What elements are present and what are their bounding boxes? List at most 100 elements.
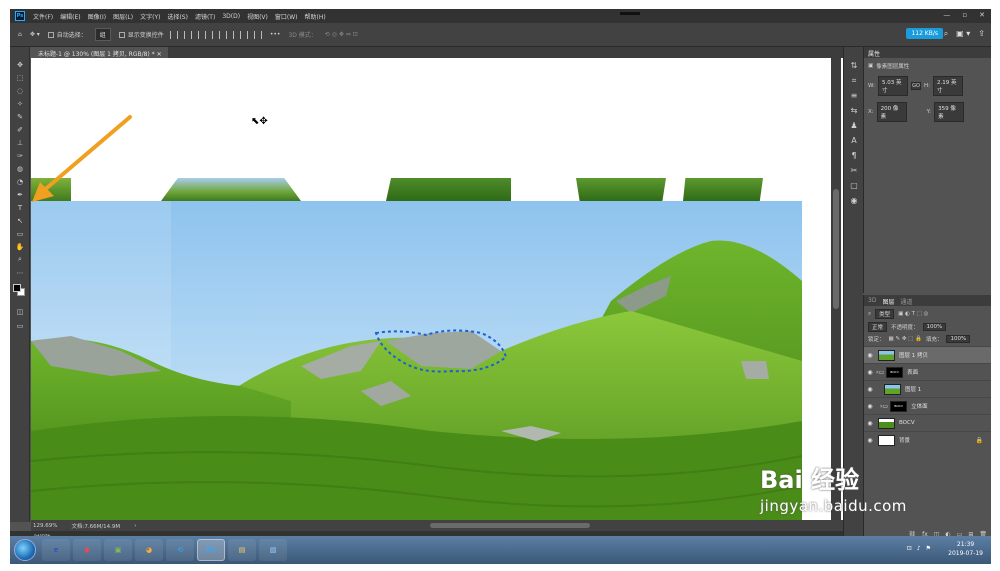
menu-window[interactable]: 窗口(W) [275,12,298,21]
photoshop-taskbar-icon[interactable]: Ps [197,539,225,561]
layer-row[interactable]: ◉ BOCV [864,414,991,431]
show-transform-option[interactable]: 显示变换控件 [118,30,164,39]
3d-icon[interactable]: ◉ [844,193,864,208]
swatches-icon[interactable]: ▢ [844,178,864,193]
gradient-tool[interactable]: ◔ [10,175,30,188]
eraser-tool[interactable]: ◍ [10,162,30,175]
more-tools[interactable]: ⋯ [10,266,30,279]
menu-image[interactable]: 图像(I) [88,12,106,21]
link-icon[interactable]: GO [910,82,921,90]
ie-icon[interactable]: e [42,539,70,561]
tools-preset-icon[interactable]: ✂ [844,163,864,178]
maximize-button[interactable]: ▫ [962,11,967,19]
show-transform-checkbox[interactable] [118,31,125,38]
person-icon[interactable]: ♟ [844,118,864,133]
width-field[interactable]: 5.03 英寸 [877,76,908,96]
marquee-tool[interactable]: ⬚ [10,71,30,84]
screen-mode-icon[interactable]: ▭ [10,319,30,332]
layer-row[interactable]: ◉ ›▭ BOCV 表面 [864,363,991,380]
character-icon[interactable]: A [844,133,864,148]
tab-layers[interactable]: 图层 [882,297,894,306]
menu-select[interactable]: 选择(S) [167,12,188,21]
hand-tool[interactable]: ✋ [10,240,30,253]
menu-filter[interactable]: 滤镜(T) [195,12,215,21]
minimize-button[interactable]: — [943,11,950,19]
explorer-icon[interactable]: ▤ [228,539,256,561]
history-icon[interactable]: ⇅ [844,58,864,73]
minecraft-icon[interactable]: ▣ [104,539,132,561]
auto-select-checkbox[interactable] [47,31,54,38]
properties-tab[interactable]: 属性 [864,47,991,58]
align-left-icon[interactable] [169,30,178,39]
align-bottom-icon[interactable] [239,30,248,39]
more-options-icon[interactable]: ••• [270,31,281,38]
path-selection-tool[interactable]: ↖ [10,214,30,227]
x-field[interactable]: 200 像素 [876,102,907,122]
tray-volume-icon[interactable]: ♪ [917,545,921,552]
search-icon[interactable]: ⌕ [944,29,948,39]
move-tool-icon[interactable]: ✥ ▾ [30,31,40,38]
tray-network-icon[interactable]: ⊡ [907,545,912,552]
status-arrow-icon[interactable]: › [134,523,136,529]
start-button[interactable] [14,539,36,561]
image-viewer-icon[interactable]: ▧ [259,539,287,561]
close-tab-icon[interactable]: ✕ [157,51,162,58]
vertical-scroll-thumb[interactable] [833,189,839,309]
foreground-color-swatch[interactable] [13,284,21,292]
visibility-eye-icon[interactable]: ◉ [864,403,876,410]
visibility-eye-icon[interactable]: ◉ [864,369,876,376]
visibility-eye-icon[interactable]: ◉ [864,437,876,444]
align-center-icon[interactable] [183,30,192,39]
document-tab[interactable]: 未标题-1 @ 130% (图层 1 拷贝, RGB/8) * ✕ [32,47,169,58]
tray-flag-icon[interactable]: ⚑ [926,545,931,552]
filter-icons[interactable]: ▣ ◐ T ⬚ ◎ [898,311,928,317]
y-field[interactable]: 359 像素 [934,102,965,122]
document-canvas[interactable]: ⬉✥ [31,58,843,522]
menu-edit[interactable]: 编辑(E) [60,12,80,21]
share-icon[interactable]: ⇪ [978,29,985,39]
layer-row[interactable]: ◉ 图层 1 [864,380,991,397]
close-button[interactable]: ✕ [979,11,985,19]
menu-view[interactable]: 视图(V) [247,12,268,21]
visibility-eye-icon[interactable]: ◉ [864,420,876,427]
type-tool[interactable]: T [10,201,30,214]
crop-tool[interactable]: ✎ [10,110,30,123]
channels-icon[interactable]: ≡ [844,88,864,103]
orbit-3d-icon[interactable]: ⟲ ◎ ✥ ⇔ ⊡ [325,31,358,38]
menu-layer[interactable]: 图层(L) [113,12,133,21]
layer-row[interactable]: ◉ ›▭ BOCV 立体面 [864,397,991,414]
adjustments-icon[interactable]: ⌗ [844,73,864,88]
paths-icon[interactable]: ⇆ [844,103,864,118]
workspace-icon[interactable]: ▣ ▾ [956,29,970,39]
layer-row[interactable]: ◉ 背景 🔒 [864,431,991,448]
distribute-icon[interactable] [253,30,262,39]
clock[interactable]: 21:39 2019-07-19 [948,540,983,558]
fill-field[interactable]: 100% [946,335,971,343]
visibility-eye-icon[interactable]: ◉ [864,352,876,359]
chrome-icon[interactable]: ◉ [73,539,101,561]
home-icon[interactable]: ⌂ [18,31,22,38]
history-brush-tool[interactable]: ✑ [10,149,30,162]
visibility-eye-icon[interactable]: ◉ [864,386,876,393]
magic-wand-tool[interactable]: ✧ [10,97,30,110]
lock-icons[interactable]: ▦ ✎ ✥ ⬚ 🔒 [889,336,922,342]
rectangle-tool[interactable]: ▭ [10,227,30,240]
menu-3d[interactable]: 3D(D) [222,13,240,20]
tab-channels[interactable]: 通道 [900,297,912,306]
horizontal-scroll-thumb[interactable] [430,523,590,528]
align-top-icon[interactable] [211,30,220,39]
height-field[interactable]: 2.19 英寸 [932,76,963,96]
menu-file[interactable]: 文件(F) [33,12,53,21]
auto-select-option[interactable]: 自动选择： [47,30,87,39]
layer-row[interactable]: ◉ 图层 1 拷贝 [864,346,991,363]
brush-tool[interactable]: ✐ [10,123,30,136]
auto-select-dropdown[interactable]: 组 [94,28,111,41]
zoom-tool[interactable]: ⌕ [10,253,30,266]
tab-3d[interactable]: 3D [868,297,876,304]
title-drag-handle[interactable] [620,12,640,15]
zoom-level[interactable]: 129.69% [33,523,57,529]
stamp-tool[interactable]: ⊥ [10,136,30,149]
blend-mode-dropdown[interactable]: 正常 [868,322,888,332]
paragraph-icon[interactable]: ¶ [844,148,864,163]
align-right-icon[interactable] [197,30,206,39]
